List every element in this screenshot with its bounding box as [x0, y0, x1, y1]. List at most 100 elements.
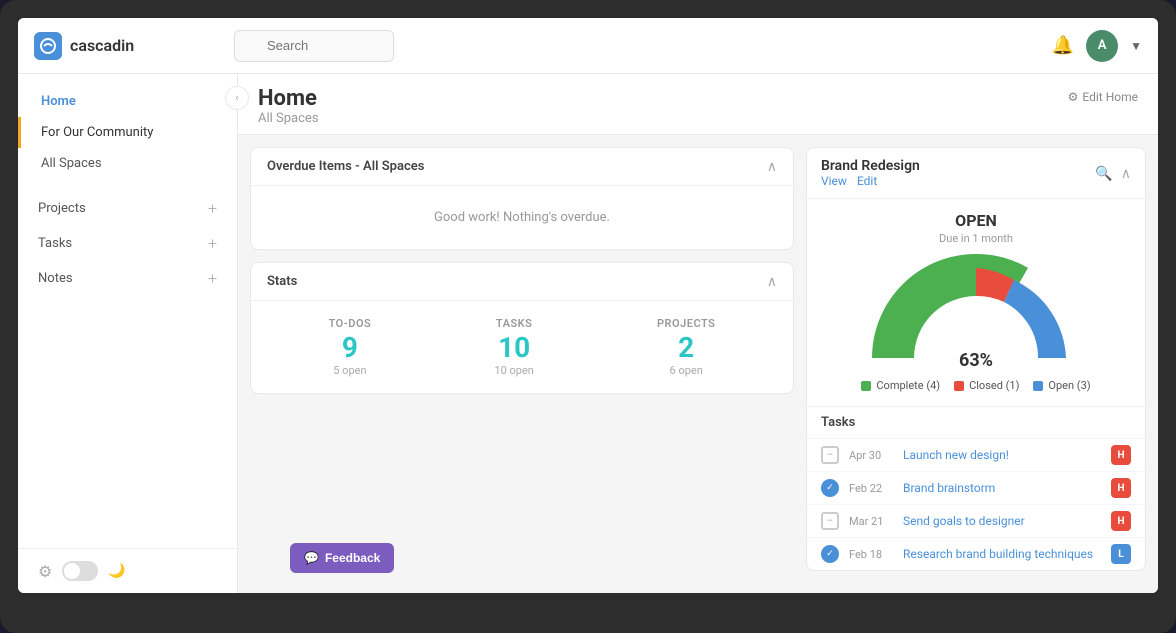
avatar-dropdown-arrow[interactable]: ▼ [1130, 39, 1142, 53]
top-right-actions: 🔔 A ▼ [1052, 30, 1142, 62]
sidebar-projects-add-icon[interactable]: + [208, 199, 217, 218]
sidebar-section-projects[interactable]: Projects + [18, 191, 237, 226]
overdue-collapse-button[interactable]: ∧ [767, 158, 777, 175]
sidebar-collapse-button[interactable]: ‹ [225, 86, 249, 110]
sidebar: Home For Our Community All Spaces Projec… [18, 74, 238, 593]
task-name[interactable]: Send goals to designer [903, 514, 1101, 528]
dark-mode-icon[interactable]: 🌙 [108, 563, 125, 579]
legend-complete-label: Complete (4) [876, 379, 940, 392]
task-date: Feb 22 [849, 482, 893, 495]
legend-complete-dot [861, 381, 871, 391]
stat-projects: PROJECTS 2 6 open [657, 317, 715, 377]
laptop-frame: cascadin 🔍 🔔 A ▼ Home [0, 0, 1176, 633]
task-badge: H [1111, 445, 1131, 465]
task-name[interactable]: Research brand building techniques [903, 547, 1101, 561]
theme-toggle[interactable] [62, 561, 98, 581]
main-layout: Home For Our Community All Spaces Projec… [18, 74, 1158, 593]
sidebar-notes-add-icon[interactable]: + [208, 269, 217, 288]
projects-value: 2 [657, 334, 715, 362]
sidebar-tasks-label: Tasks [38, 236, 72, 251]
edit-home-label: Edit Home [1082, 90, 1138, 104]
brand-widget-title: Brand Redesign [821, 158, 920, 174]
content-area: Home All Spaces ⚙ Edit Home Ove [238, 74, 1158, 593]
legend-closed: Closed (1) [954, 379, 1019, 392]
brand-view-link[interactable]: View [821, 174, 847, 188]
stats-widget: Stats ∧ TO-DOS 9 5 open [250, 262, 794, 394]
tasks-section: Tasks Apr 30Launch new design!H✓Feb 22Br… [807, 406, 1145, 570]
legend-complete: Complete (4) [861, 379, 940, 392]
sidebar-projects-label: Projects [38, 201, 86, 216]
task-list: Apr 30Launch new design!H✓Feb 22Brand br… [807, 438, 1145, 570]
sidebar-nav: Home For Our Community All Spaces Projec… [18, 74, 237, 548]
brand-widget-header: Brand Redesign View Edit 🔍 ∧ [807, 148, 1145, 199]
content-header: Home All Spaces ⚙ Edit Home [238, 74, 1158, 135]
brand-collapse-button[interactable]: ∧ [1121, 165, 1131, 182]
sidebar-all-spaces-label: All Spaces [41, 156, 102, 171]
overdue-widget-header: Overdue Items - All Spaces ∧ [251, 148, 793, 186]
feedback-label: Feedback [325, 551, 380, 565]
overdue-widget-title: Overdue Items - All Spaces [267, 159, 424, 174]
sidebar-section-tasks[interactable]: Tasks + [18, 226, 237, 261]
task-status-icon [821, 512, 839, 530]
brand-search-button[interactable]: 🔍 [1095, 165, 1112, 182]
legend-closed-label: Closed (1) [969, 379, 1019, 392]
gauge-container: OPEN Due in 1 month [807, 199, 1145, 406]
avatar[interactable]: A [1086, 30, 1118, 62]
gear-icon-edit: ⚙ [1068, 90, 1079, 104]
stats-collapse-button[interactable]: ∧ [767, 273, 777, 290]
legend-open-dot [1033, 381, 1043, 391]
task-badge: H [1111, 511, 1131, 531]
left-column: Overdue Items - All Spaces ∧ Good work! … [250, 147, 794, 571]
brand-edit-link[interactable]: Edit [857, 174, 877, 188]
feedback-button[interactable]: 💬 Feedback [290, 543, 394, 573]
edit-home-button[interactable]: ⚙ Edit Home [1068, 90, 1138, 104]
settings-icon[interactable]: ⚙ [38, 562, 52, 581]
projects-sub: 6 open [657, 364, 715, 377]
logo-icon [34, 32, 62, 60]
sidebar-notes-label: Notes [38, 271, 73, 286]
stats-widget-header: Stats ∧ [251, 263, 793, 301]
task-row: ✓Feb 22Brand brainstormH [807, 471, 1145, 504]
top-bar: cascadin 🔍 🔔 A ▼ [18, 18, 1158, 74]
page-heading: Home All Spaces [258, 86, 319, 126]
sidebar-item-home[interactable]: Home [18, 86, 237, 117]
stats-widget-title: Stats [267, 274, 297, 289]
sidebar-item-all-spaces[interactable]: All Spaces [18, 148, 237, 179]
stat-tasks: TASKS 10 10 open [494, 317, 533, 377]
todos-label: TO-DOS [329, 317, 372, 330]
brand-header-right: 🔍 ∧ [1095, 165, 1131, 182]
tasks-label: TASKS [494, 317, 533, 330]
laptop-screen: cascadin 🔍 🔔 A ▼ Home [18, 18, 1158, 593]
todos-value: 9 [329, 334, 372, 362]
task-date: Apr 30 [849, 449, 893, 462]
sidebar-community-label: For Our Community [41, 125, 153, 140]
legend-open-label: Open (3) [1048, 379, 1090, 392]
search-input[interactable] [234, 30, 394, 62]
task-status-icon [821, 446, 839, 464]
sidebar-tasks-add-icon[interactable]: + [208, 234, 217, 253]
task-date: Feb 18 [849, 548, 893, 561]
task-name[interactable]: Brand brainstorm [903, 481, 1101, 495]
page-title: Home [258, 86, 319, 111]
gauge-svg-wrapper: 63% [823, 253, 1129, 373]
task-row: ✓Feb 18Research brand building technique… [807, 537, 1145, 570]
task-row: Mar 21Send goals to designerH [807, 504, 1145, 537]
sidebar-item-community[interactable]: For Our Community [18, 117, 237, 148]
task-badge: H [1111, 478, 1131, 498]
gauge-legend: Complete (4) Closed (1) Open (3) [823, 373, 1129, 398]
legend-open: Open (3) [1033, 379, 1090, 392]
task-badge: L [1111, 544, 1131, 564]
app-name: cascadin [70, 36, 134, 55]
feedback-icon: 💬 [304, 551, 319, 565]
task-row: Apr 30 Launch new design! H [807, 438, 1145, 471]
tasks-section-header: Tasks [807, 407, 1145, 438]
task-name[interactable]: Launch new design! [903, 448, 1101, 462]
overdue-widget: Overdue Items - All Spaces ∧ Good work! … [250, 147, 794, 250]
notifications-button[interactable]: 🔔 [1052, 35, 1074, 56]
sidebar-section-notes[interactable]: Notes + [18, 261, 237, 296]
gauge-status-label: OPEN [823, 211, 1129, 230]
content-body: Overdue Items - All Spaces ∧ Good work! … [238, 135, 1158, 583]
brand-redesign-widget: Brand Redesign View Edit 🔍 ∧ [806, 147, 1146, 571]
legend-closed-dot [954, 381, 964, 391]
logo-area: cascadin [34, 32, 234, 60]
